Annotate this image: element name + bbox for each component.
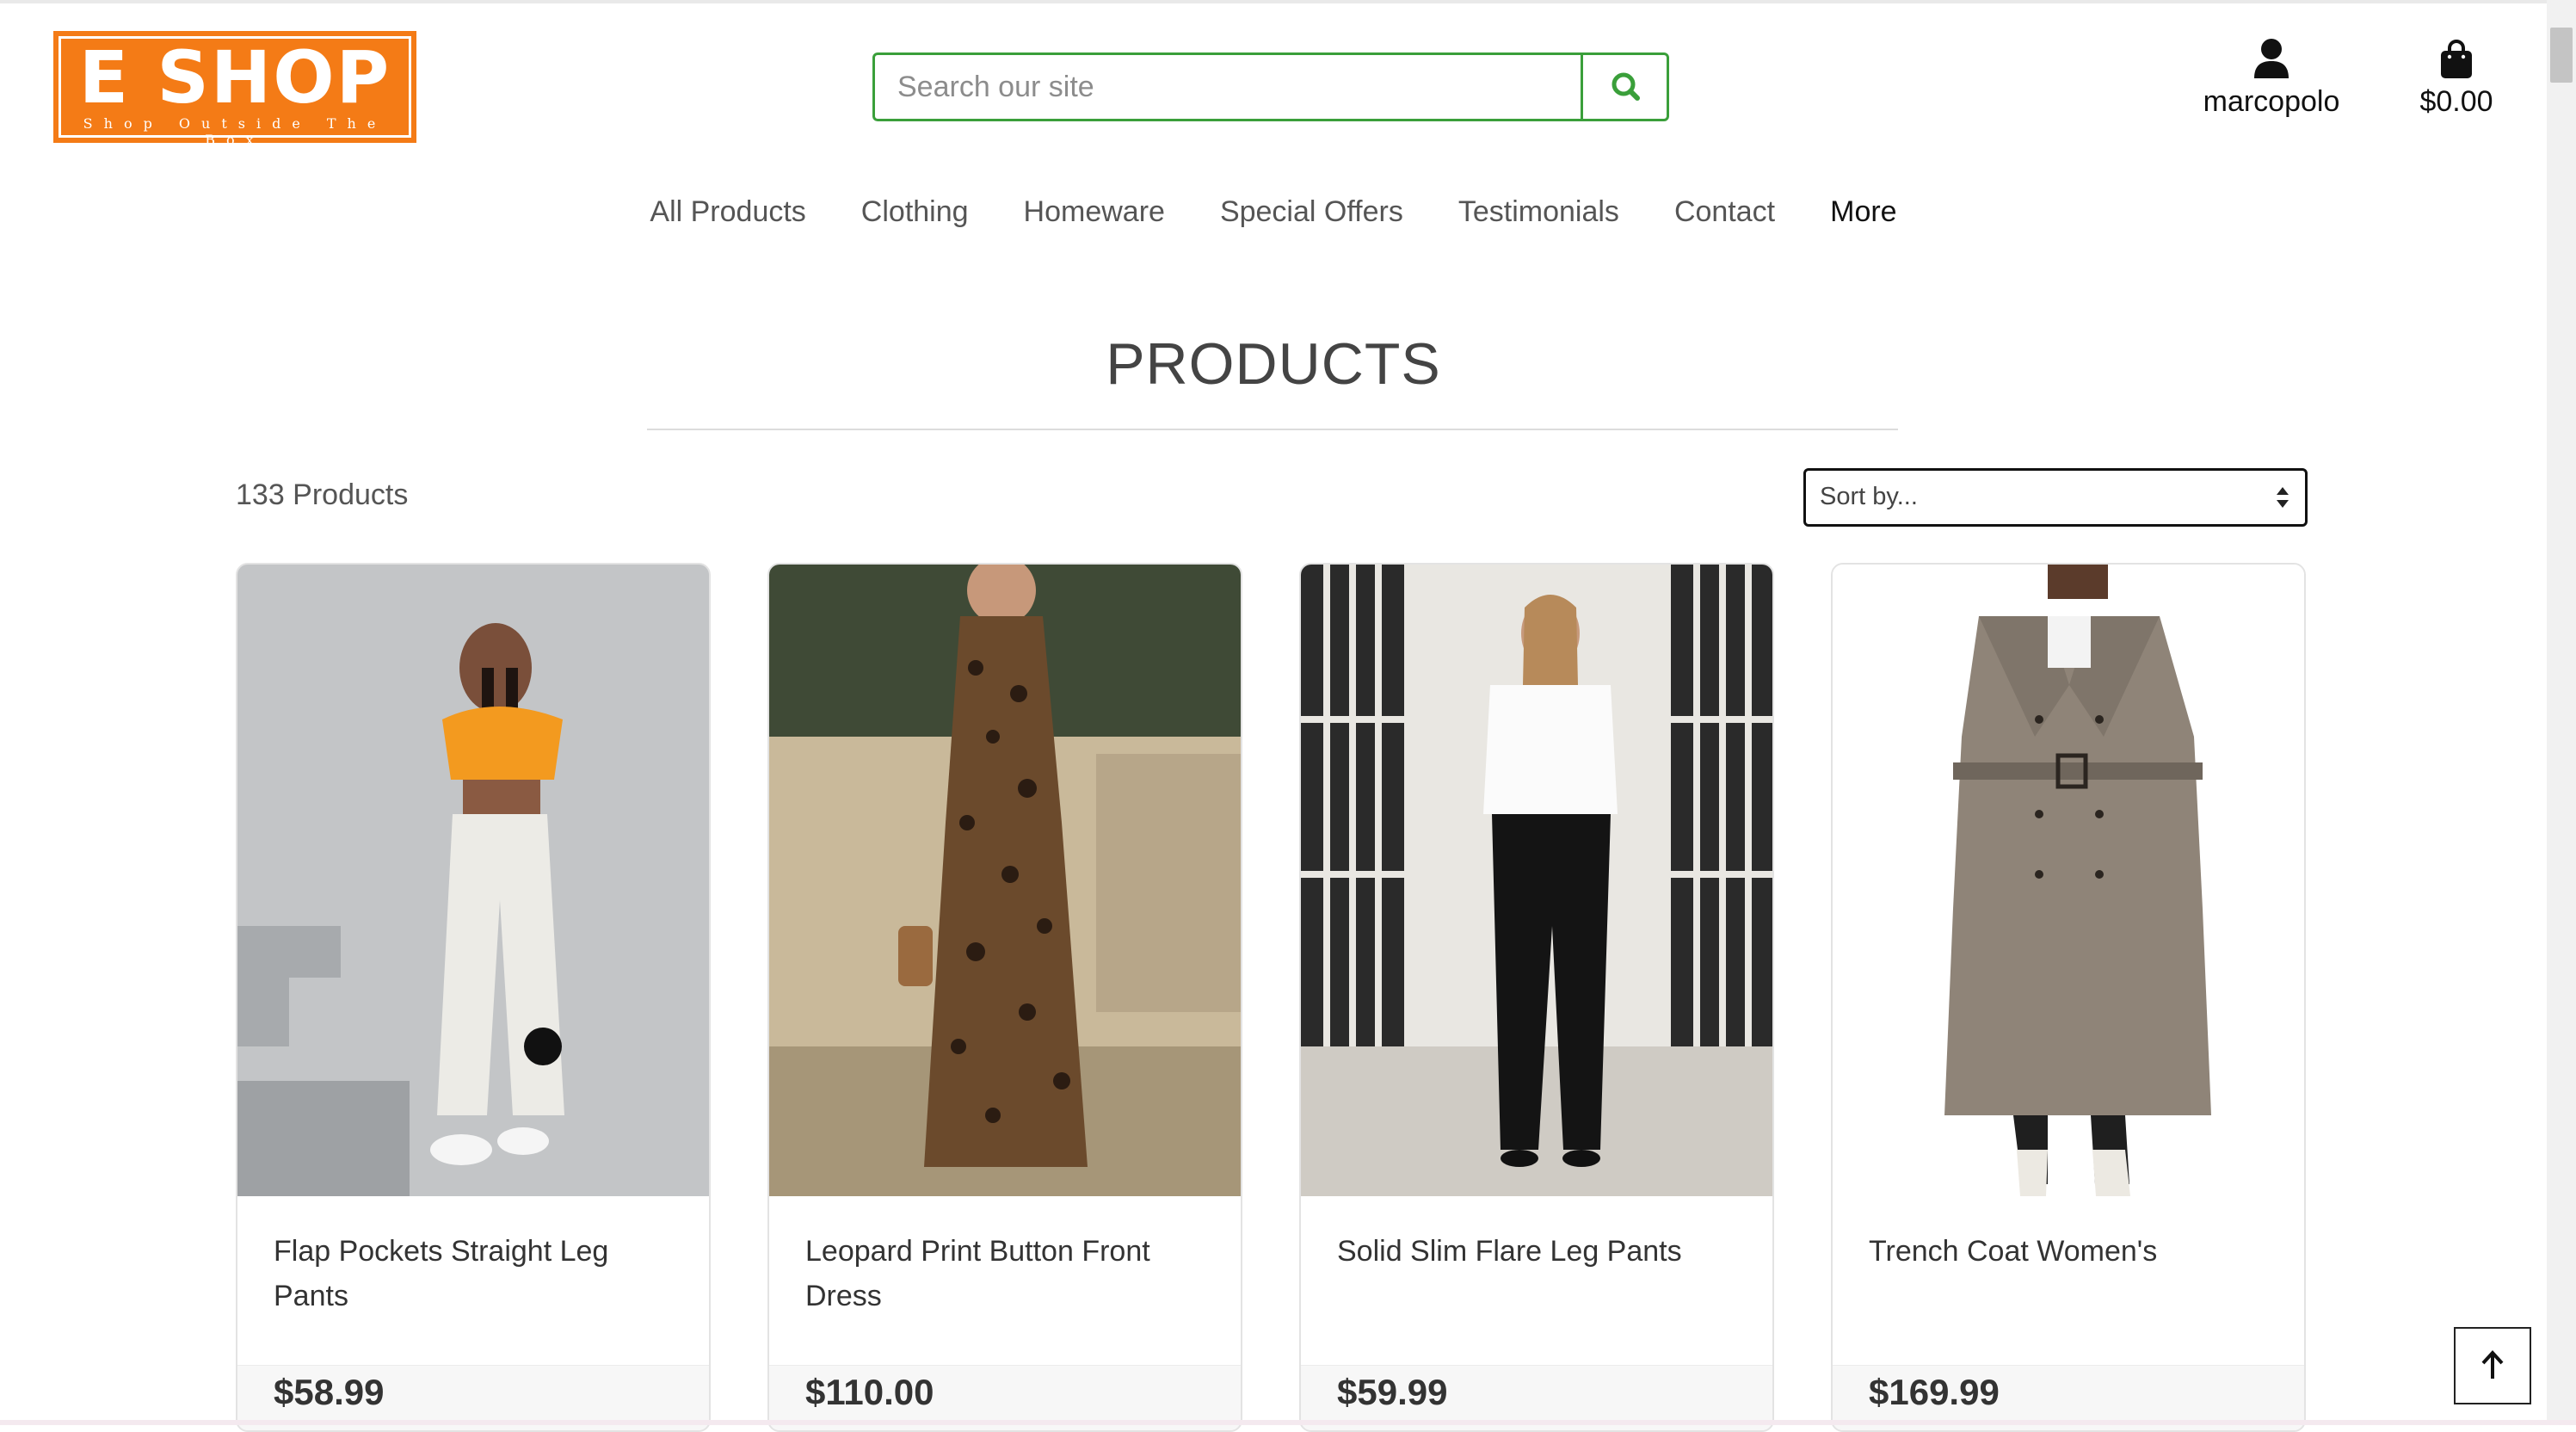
product-price: $169.99 <box>1869 1372 2000 1412</box>
product-name[interactable]: Leopard Print Button Front Dress <box>805 1229 1210 1318</box>
title-divider <box>647 429 1898 430</box>
product-price: $59.99 <box>1337 1372 1448 1412</box>
product-name[interactable]: Trench Coat Women's <box>1869 1229 2273 1274</box>
account-link[interactable]: marcopolo <box>2185 38 2357 119</box>
shopping-bag-link[interactable]: $0.00 <box>2400 38 2512 119</box>
product-count: 133 Products <box>236 478 409 511</box>
shopping-bag-icon <box>2441 40 2472 78</box>
product-card[interactable]: Flap Pockets Straight Leg Pants $58.99 <box>236 563 711 1432</box>
nav-clothing[interactable]: Clothing <box>861 188 969 236</box>
product-image[interactable] <box>1301 565 1772 1196</box>
eshop-logo[interactable]: E SHOP Shop Outside The Box <box>53 31 416 148</box>
nav-special-offers[interactable]: Special Offers <box>1220 188 1403 236</box>
product-image[interactable] <box>237 565 709 1196</box>
sort-arrows-icon <box>2277 487 2289 508</box>
scrollbar-thumb[interactable] <box>2550 28 2573 83</box>
logo-tagline: Shop Outside The Box <box>83 115 387 148</box>
search-input[interactable] <box>875 55 1581 119</box>
product-name[interactable]: Solid Slim Flare Leg Pants <box>1337 1229 1741 1274</box>
page-title: PRODUCTS <box>1106 331 1441 397</box>
sort-selected-value: Sort by... <box>1820 483 1918 510</box>
account-username: marcopolo <box>2203 85 2340 118</box>
search-form <box>872 52 1669 121</box>
search-button[interactable] <box>1581 55 1669 119</box>
scroll-to-top-button[interactable] <box>2454 1327 2531 1404</box>
product-card[interactable]: Solid Slim Flare Leg Pants $59.99 <box>1299 563 1774 1432</box>
nav-testimonials[interactable]: Testimonials <box>1458 188 1619 236</box>
nav-homeware[interactable]: Homeware <box>1024 188 1165 236</box>
logo-text: E SHOP <box>78 35 391 120</box>
sort-select[interactable]: Sort by... <box>1803 468 2308 527</box>
page-scrollbar[interactable] <box>2547 0 2576 1425</box>
bottom-border <box>0 1420 2576 1425</box>
arrow-up-icon <box>2481 1350 2504 1379</box>
product-card[interactable]: Leopard Print Button Front Dress $110.00 <box>767 563 1242 1432</box>
product-price: $110.00 <box>805 1372 934 1412</box>
main-nav: All Products Clothing Homeware Special O… <box>0 188 2547 236</box>
bag-total: $0.00 <box>2419 85 2493 118</box>
nav-all-products[interactable]: All Products <box>650 188 805 236</box>
product-price: $58.99 <box>274 1372 385 1412</box>
nav-more[interactable]: More <box>1830 188 1896 236</box>
nav-contact[interactable]: Contact <box>1674 188 1775 236</box>
product-image[interactable] <box>769 565 1241 1196</box>
product-card[interactable]: Trench Coat Women's $169.99 <box>1831 563 2306 1432</box>
search-icon <box>1612 72 1640 101</box>
top-border <box>0 0 2576 3</box>
product-name[interactable]: Flap Pockets Straight Leg Pants <box>274 1229 678 1318</box>
product-image[interactable] <box>1833 565 2304 1196</box>
user-icon <box>2254 39 2289 78</box>
